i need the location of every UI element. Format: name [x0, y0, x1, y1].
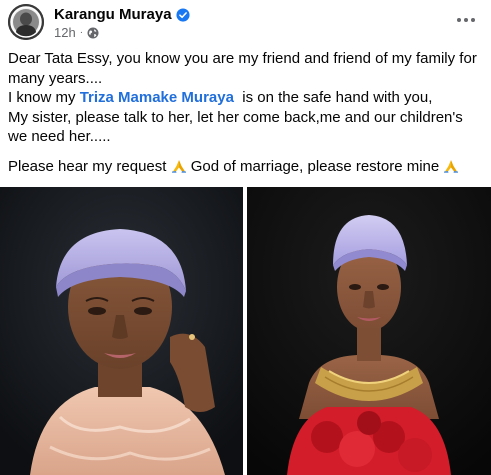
- author-name[interactable]: Karangu Muraya: [54, 6, 172, 24]
- text-request: Please hear my request: [8, 157, 171, 175]
- post-header: Karangu Muraya 12h ·: [0, 0, 491, 44]
- more-dot: [471, 18, 475, 22]
- mention-link[interactable]: Triza Mamake Muraya: [80, 89, 234, 106]
- more-dot: [457, 18, 461, 22]
- avatar[interactable]: [8, 4, 44, 40]
- photo-woman-lavender-headwrap-gold-necklace-red-dress[interactable]: [247, 187, 491, 475]
- post-paragraph-1: Dear Tata Essy, you know you are my frie…: [8, 49, 486, 147]
- text-line-1: Dear Tata Essy, you know you are my frie…: [8, 50, 477, 87]
- timestamp[interactable]: 12h: [54, 25, 76, 40]
- post-paragraph-2: Please hear my request God of marriage, …: [8, 157, 486, 177]
- globe-icon[interactable]: [87, 27, 99, 39]
- more-options-icon[interactable]: [452, 10, 480, 30]
- text-line-3: My sister, please talk to her, let her c…: [8, 108, 463, 146]
- verified-badge-icon: [175, 8, 190, 22]
- text-line-2-prefix: I know my: [8, 89, 80, 106]
- text-line-2-suffix: is on the safe hand with you,: [233, 89, 433, 106]
- meta-separator: ·: [79, 27, 84, 38]
- folded-hands-icon: [171, 159, 186, 173]
- photo-woman-lavender-headwrap-pink-outfit[interactable]: [0, 187, 243, 475]
- author-line: Karangu Muraya: [54, 6, 190, 24]
- post-meta: 12h ·: [54, 25, 99, 40]
- folded-hands-icon: [444, 159, 459, 173]
- more-dot: [464, 18, 468, 22]
- text-prayer: God of marriage, please restore mine: [186, 157, 444, 175]
- post-text: Dear Tata Essy, you know you are my frie…: [8, 49, 486, 176]
- photo-grid: [0, 187, 491, 475]
